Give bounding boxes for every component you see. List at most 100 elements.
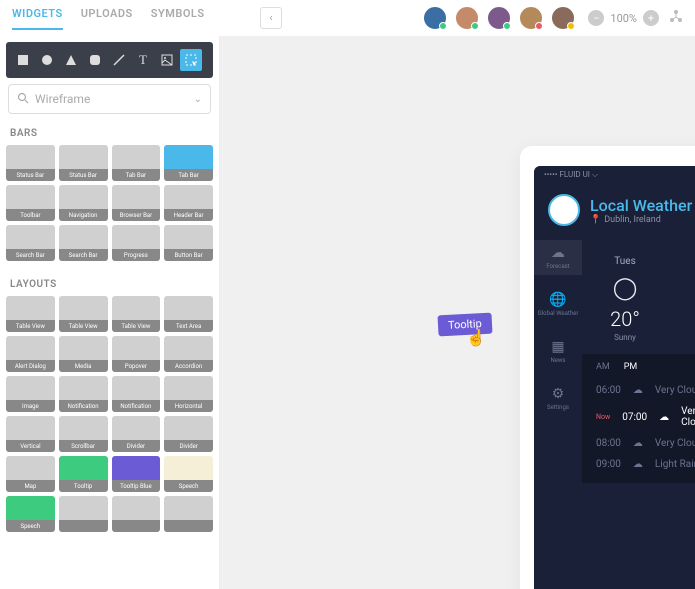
avatar[interactable] [422,5,448,31]
tooltip-drag-preview[interactable]: Tooltip ☝️ [438,314,492,335]
hour-row[interactable]: 06:00☁Very Cloudy18° [596,380,695,401]
widget-item[interactable]: Tab Bar [112,145,161,181]
weather-icon [668,275,695,301]
cloud-icon: ☁ [633,385,643,396]
zoom-value: 100% [610,12,637,25]
ampm-toggle: AM PM [596,362,695,372]
circle-shape-icon[interactable] [36,49,58,71]
cloud-icon: ☁ [551,245,565,261]
nav-news[interactable]: ▦News [534,334,582,369]
widget-item[interactable]: Popover [112,336,161,372]
widget-item[interactable]: Table View [112,296,161,332]
line-shape-icon[interactable] [108,49,130,71]
widget-item[interactable]: Divider [164,416,213,452]
widget-item[interactable]: Tooltip [59,456,108,492]
widget-item[interactable]: Browser Bar [112,185,161,221]
widget-item[interactable]: Notification [59,376,108,412]
carrier-label: ••••• FLUID UI ⌵ [544,170,598,180]
hour-row[interactable]: 08:00☁Very Cloudy [596,433,695,454]
avatar[interactable] [550,5,576,31]
widget-item[interactable]: Speech [164,456,213,492]
day-name: Tues [582,256,668,267]
avatar[interactable] [518,5,544,31]
widget-item[interactable]: Tab Bar [164,145,213,181]
wifi-icon: ⌵ [592,170,598,179]
rectangle-shape-icon[interactable] [12,49,34,71]
text-shape-icon[interactable]: T [132,49,154,71]
hour-desc: Very Cloudy [655,385,695,396]
select-shape-icon[interactable] [180,49,202,71]
widget-item[interactable]: Search Bar [6,225,55,261]
nav-settings[interactable]: ⚙Settings [534,381,582,416]
canvas[interactable]: Tooltip ☝️ ••••• FLUID UI ⌵ 4:21 PM ▭ Lo… [220,36,695,589]
gear-icon: ⚙ [552,386,565,402]
image-shape-icon[interactable] [156,49,178,71]
avatar[interactable] [486,5,512,31]
am-tab[interactable]: AM [596,362,610,372]
device-statusbar: ••••• FLUID UI ⌵ 4:21 PM ▭ [534,166,695,184]
hour-time: 07:00 [622,412,647,423]
layouts-grid: Table ViewTable ViewTable ViewText AreaA… [0,296,219,540]
section-layouts-label: LAYOUTS [0,269,219,296]
hour-row[interactable]: 09:00☁Light Rain [596,454,695,475]
collapse-sidebar-button[interactable]: ‹ [260,7,282,29]
widget-item[interactable]: Button Bar [164,225,213,261]
widget-item[interactable]: Progress [112,225,161,261]
widget-item[interactable]: Tooltip Blue [112,456,161,492]
news-icon: ▦ [551,339,564,355]
rounded-shape-icon[interactable] [84,49,106,71]
widget-item[interactable]: Search Bar [59,225,108,261]
weather-icon: ◯ [582,275,668,301]
hour-time: 09:00 [596,459,621,470]
device-screen: ••••• FLUID UI ⌵ 4:21 PM ▭ Local Weather… [534,166,695,589]
search-input[interactable]: Wireframe ⌄ [8,84,211,114]
device-frame: ••••• FLUID UI ⌵ 4:21 PM ▭ Local Weather… [520,146,695,589]
day-temp: 20° [582,307,668,331]
widget-item[interactable]: Table View [59,296,108,332]
tab-uploads[interactable]: UPLOADS [81,7,133,30]
widget-item[interactable]: Status Bar [6,145,55,181]
widget-item[interactable] [164,496,213,532]
widget-item[interactable] [59,496,108,532]
section-bars-label: BARS [0,118,219,145]
widget-item[interactable]: Status Bar [59,145,108,181]
widget-item[interactable]: Accordion [164,336,213,372]
day-desc: Windy [668,333,695,342]
widget-item[interactable] [112,496,161,532]
day-desc: Sunny [582,333,668,342]
widget-item[interactable]: Map [6,456,55,492]
widget-item[interactable]: Alert Dialog [6,336,55,372]
widget-item[interactable]: Toolbar [6,185,55,221]
avatars [422,5,576,31]
topbar: WIDGETS UPLOADS SYMBOLS ‹ − 100% + [0,0,695,36]
widget-item[interactable]: Scrollbar [59,416,108,452]
tab-symbols[interactable]: SYMBOLS [151,7,205,30]
triangle-shape-icon[interactable] [60,49,82,71]
widget-item[interactable]: Speech [6,496,55,532]
widget-item[interactable]: Media [59,336,108,372]
zoom-out-button[interactable]: − [588,10,604,26]
nav-global[interactable]: 🌐Global Weather [534,287,582,322]
widget-item[interactable]: Notification [112,376,161,412]
nav-forecast[interactable]: ☁Forecast [534,240,582,275]
avatar[interactable] [454,5,480,31]
hour-row[interactable]: Now07:00☁Very Cloudy15° [596,401,695,433]
pin-icon: 📍 [590,215,601,225]
day-column[interactable]: Tues ◯ 20° Sunny [582,256,668,342]
widget-item[interactable]: Horizontal [164,376,213,412]
hour-desc: Very Cloudy [681,406,695,428]
zoom-in-button[interactable]: + [643,10,659,26]
widget-item[interactable]: Vertical [6,416,55,452]
widget-item[interactable]: Divider [112,416,161,452]
widget-item[interactable]: Navigation [59,185,108,221]
pm-tab[interactable]: PM [624,362,638,372]
widget-item[interactable]: Text Area [164,296,213,332]
widget-item[interactable]: Header Bar [164,185,213,221]
widget-item[interactable]: Image [6,376,55,412]
widget-item[interactable]: Table View [6,296,55,332]
tab-widgets[interactable]: WIDGETS [12,7,63,30]
avatar[interactable] [548,194,580,226]
day-column[interactable]: Wed19°Windy [668,256,695,342]
weather-location: 📍Dublin, Ireland [590,215,695,225]
hierarchy-icon[interactable] [669,9,683,27]
